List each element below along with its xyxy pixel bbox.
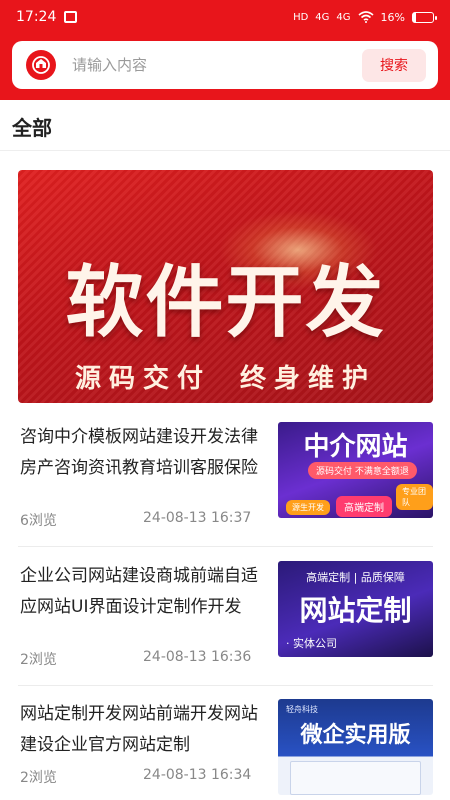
news-thumbnail: 高端定制 | 品质保障 网站定制 · 实体公司 xyxy=(278,561,433,657)
signal-icon-2: 4G xyxy=(336,11,351,23)
status-time: 17:24 xyxy=(16,9,57,25)
battery-percent: 16% xyxy=(380,10,405,24)
news-views: 6浏览 xyxy=(20,513,57,529)
thumb-chip: 专业团队 xyxy=(396,484,433,510)
banner-title: 软件开发 xyxy=(65,258,386,348)
hd-indicator: HD xyxy=(293,11,309,23)
signal-icon-1: 4G xyxy=(315,11,330,23)
thumb-chip: 高端定制 xyxy=(336,496,392,517)
thumb-heading: 微企实用版 xyxy=(300,723,411,748)
news-views: 2浏览 xyxy=(20,770,57,786)
thumb-brand: 轻舟科技 xyxy=(286,705,318,714)
thumb-heading: 中介网站 xyxy=(303,432,408,462)
search-bar: 搜索 xyxy=(12,41,438,89)
search-button[interactable]: 搜索 xyxy=(362,48,426,82)
thumb-chip: 源生开发 xyxy=(286,500,330,515)
wifi-icon xyxy=(358,11,374,23)
search-input[interactable] xyxy=(72,56,362,74)
thumb-pill: 源码交付 不满意全额退 xyxy=(308,462,417,479)
news-views: 2浏览 xyxy=(20,652,57,668)
list-separator xyxy=(18,685,433,686)
notification-icon xyxy=(64,11,78,23)
list-separator xyxy=(18,546,433,547)
section-title: 全部 xyxy=(12,116,52,140)
news-title: 网站定制开发网站前端开发网站建设企业官方网站定制 xyxy=(20,704,258,755)
header: 搜索 xyxy=(0,34,450,100)
list-item[interactable]: 企业公司网站建设商城前端自适应网站UI界面设计定制作开发 2浏览 24-08-1… xyxy=(18,561,433,686)
banner-subtitle: 源码交付 终身维护 xyxy=(74,364,377,394)
status-bar: 17:24 HD 4G 4G 16% xyxy=(0,0,450,34)
app-logo-icon[interactable] xyxy=(26,50,56,80)
news-thumbnail: 中介网站 源码交付 不满意全额退 源生开发 高端定制 专业团队 xyxy=(278,422,433,518)
thumb-heading: 网站定制 xyxy=(299,594,412,627)
banner[interactable]: 软件开发 源码交付 终身维护 xyxy=(18,170,433,403)
news-title: 咨询中介模板网站建设开发法律房产咨询资讯教育培训客服保险 xyxy=(20,427,258,478)
list-item[interactable]: 网站定制开发网站前端开发网站建设企业官方网站定制 2浏览 24-08-13 16… xyxy=(18,699,433,800)
news-time: 24-08-13 16:37 xyxy=(143,510,252,526)
thumb-bottom-text: · 实体公司 xyxy=(286,637,337,650)
divider xyxy=(0,150,450,151)
news-time: 24-08-13 16:36 xyxy=(143,649,252,665)
thumb-screen xyxy=(290,761,421,795)
news-title: 企业公司网站建设商城前端自适应网站UI界面设计定制作开发 xyxy=(20,566,258,617)
news-thumbnail: 轻舟科技 微企实用版 xyxy=(278,699,433,795)
thumb-top-text: 高端定制 | 品质保障 xyxy=(306,571,405,584)
news-time: 24-08-13 16:34 xyxy=(143,767,252,783)
list-item[interactable]: 咨询中介模板网站建设开发法律房产咨询资讯教育培训客服保险 6浏览 24-08-1… xyxy=(18,422,433,547)
battery-icon xyxy=(412,11,437,23)
